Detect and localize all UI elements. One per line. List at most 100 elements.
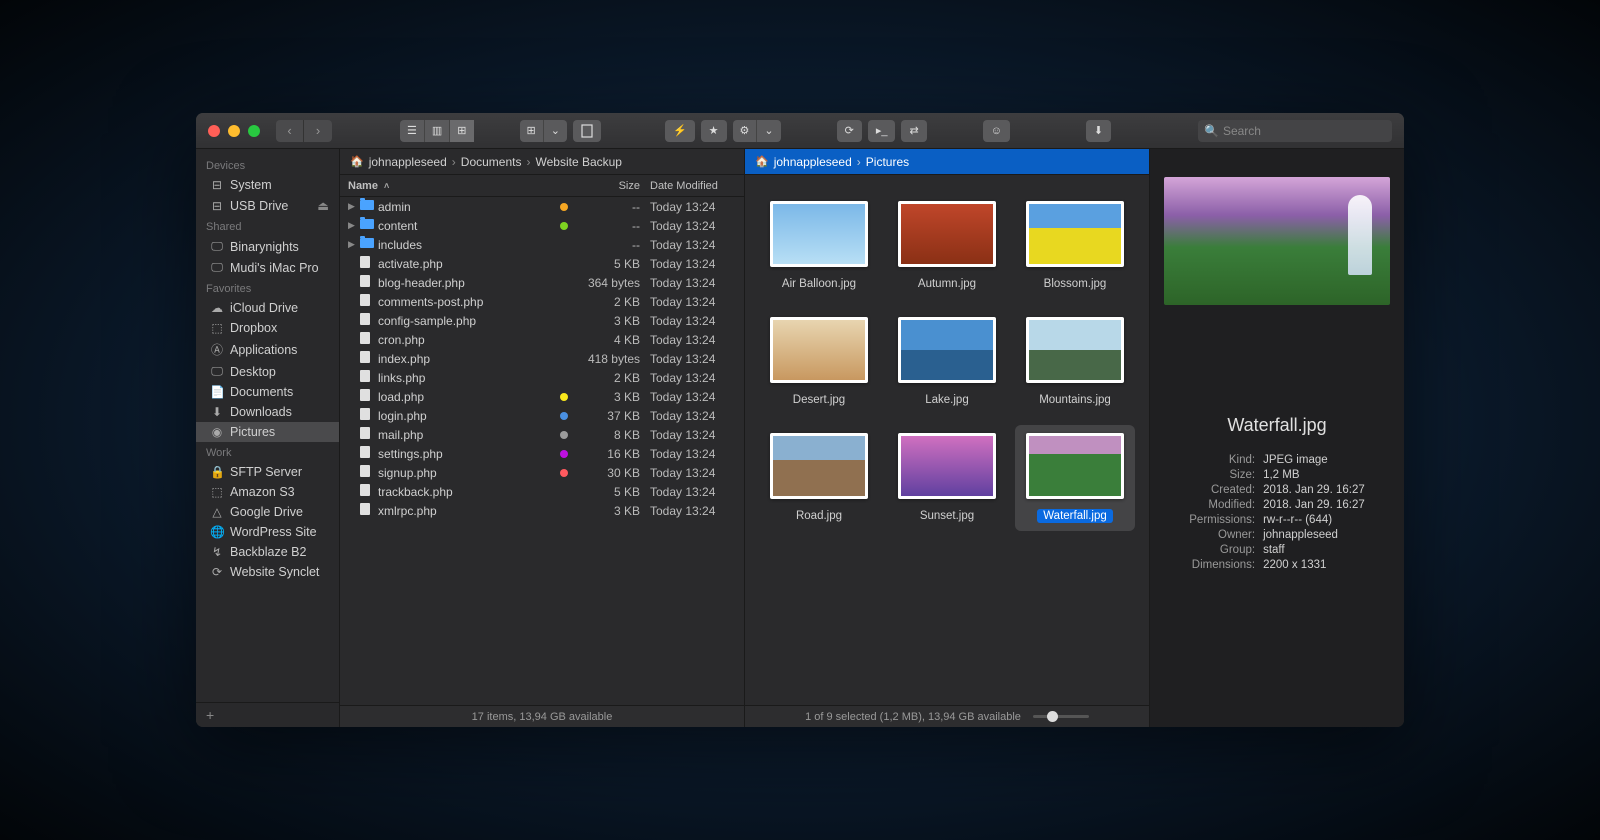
file-size: 3 KB xyxy=(574,314,640,328)
grid-icon[interactable]: ⊞ xyxy=(520,120,544,142)
thumbnail[interactable]: Air Balloon.jpg xyxy=(759,193,879,299)
file-icon xyxy=(360,332,370,344)
drive-icon: ⊟ xyxy=(210,178,224,192)
thumbnail[interactable]: Desert.jpg xyxy=(759,309,879,415)
zoom-icon[interactable] xyxy=(248,125,260,137)
close-icon[interactable] xyxy=(208,125,220,137)
file-row[interactable]: login.php37 KBToday 13:24 xyxy=(340,406,744,425)
disclosure-triangle-icon[interactable]: ▶ xyxy=(348,220,360,231)
sidebar-item[interactable]: ⊟System xyxy=(196,175,339,195)
thumbnail[interactable]: Sunset.jpg xyxy=(887,425,1007,531)
breadcrumb-mid[interactable]: 🏠johnappleseed›Pictures xyxy=(745,149,1149,175)
file-row[interactable]: ▶admin--Today 13:24 xyxy=(340,197,744,216)
thumbnail[interactable]: Lake.jpg xyxy=(887,309,1007,415)
col-name[interactable]: Name xyxy=(348,180,378,192)
sidebar-item[interactable]: ⒶApplications xyxy=(196,338,339,361)
arrange-segment[interactable]: ⊞ ⌄ xyxy=(520,120,567,142)
sidebar-item[interactable]: 🔒SFTP Server xyxy=(196,462,339,482)
sidebar-item[interactable]: ⬚Amazon S3 xyxy=(196,482,339,502)
file-row[interactable]: trackback.php5 KBToday 13:24 xyxy=(340,482,744,501)
file-row[interactable]: comments-post.php2 KBToday 13:24 xyxy=(340,292,744,311)
meta-value: 1,2 MB xyxy=(1263,469,1365,481)
sidebar-item[interactable]: 🌐WordPress Site xyxy=(196,522,339,542)
list-view-icon[interactable]: ☰ xyxy=(400,120,425,142)
file-row[interactable]: mail.php8 KBToday 13:24 xyxy=(340,425,744,444)
file-row[interactable]: config-sample.php3 KBToday 13:24 xyxy=(340,311,744,330)
file-row[interactable]: activate.php5 KBToday 13:24 xyxy=(340,254,744,273)
sidebar-item[interactable]: ↯Backblaze B2 xyxy=(196,542,339,562)
compare-button[interactable]: ⇄ xyxy=(901,120,926,142)
sidebar-item[interactable]: ⊟USB Drive⏏ xyxy=(196,195,339,216)
sidebar-item-label: Binarynights xyxy=(230,240,299,254)
dropdown-icon[interactable]: ⌄ xyxy=(544,120,567,142)
thumbnail[interactable]: Mountains.jpg xyxy=(1015,309,1135,415)
file-row[interactable]: blog-header.php364 bytesToday 13:24 xyxy=(340,273,744,292)
breadcrumb-left[interactable]: 🏠johnappleseed›Documents›Website Backup xyxy=(340,149,744,175)
thumbnail-size-slider[interactable] xyxy=(1033,715,1089,718)
quick-action-button[interactable]: ⚡ xyxy=(665,120,695,142)
column-view-icon[interactable]: ▥ xyxy=(425,120,450,142)
sidebar-item[interactable]: ⬇Downloads xyxy=(196,402,339,422)
action-menu[interactable]: ⚙⌄ xyxy=(733,120,781,142)
breadcrumb-segment[interactable]: johnappleseed xyxy=(369,155,447,169)
sidebar-item[interactable]: ⟳Website Synclet xyxy=(196,562,339,582)
search-input[interactable]: 🔍 Search xyxy=(1198,120,1392,142)
emoji-button[interactable]: ☺ xyxy=(983,120,1010,142)
breadcrumb-segment[interactable]: Pictures xyxy=(866,155,909,169)
forward-button[interactable]: › xyxy=(304,120,332,142)
sidebar-item-label: Desktop xyxy=(230,365,276,379)
view-mode-segment[interactable]: ☰ ▥ ⊞ xyxy=(400,120,474,142)
file-row[interactable]: links.php2 KBToday 13:24 xyxy=(340,368,744,387)
breadcrumb-segment[interactable]: Website Backup xyxy=(535,155,622,169)
file-size: -- xyxy=(574,219,640,233)
file-row[interactable]: cron.php4 KBToday 13:24 xyxy=(340,330,744,349)
file-row[interactable]: settings.php16 KBToday 13:24 xyxy=(340,444,744,463)
file-row[interactable]: signup.php30 KBToday 13:24 xyxy=(340,463,744,482)
thumbnail[interactable]: Road.jpg xyxy=(759,425,879,531)
breadcrumb-segment[interactable]: johnappleseed xyxy=(774,155,852,169)
add-location-button[interactable]: + xyxy=(196,702,339,727)
sidebar-item[interactable]: ⬚Dropbox xyxy=(196,318,339,338)
file-row[interactable]: ▶includes--Today 13:24 xyxy=(340,235,744,254)
nav-arrows: ‹ › xyxy=(276,120,332,142)
aws-icon: ⬚ xyxy=(210,485,224,499)
thumbnail-image xyxy=(898,317,996,383)
download-button[interactable]: ⬇ xyxy=(1086,120,1111,142)
back-button[interactable]: ‹ xyxy=(276,120,304,142)
file-row[interactable]: load.php3 KBToday 13:24 xyxy=(340,387,744,406)
eject-icon[interactable]: ⏏ xyxy=(317,198,329,213)
sidebar-item[interactable]: ◉Pictures xyxy=(196,422,339,442)
dropbox-icon: ⬚ xyxy=(210,321,224,335)
thumbnail[interactable]: Blossom.jpg xyxy=(1015,193,1135,299)
sync-button[interactable]: ⟳ xyxy=(837,120,862,142)
disclosure-triangle-icon[interactable]: ▶ xyxy=(348,201,360,212)
file-row[interactable]: xmlrpc.php3 KBToday 13:24 xyxy=(340,501,744,520)
sidebar-item[interactable]: 📄Documents xyxy=(196,382,339,402)
column-headers[interactable]: Name˄ Size Date Modified xyxy=(340,175,744,197)
file-row[interactable]: ▶content--Today 13:24 xyxy=(340,216,744,235)
file-name: cron.php xyxy=(376,333,554,347)
terminal-button[interactable]: ▸_ xyxy=(868,120,896,142)
thumbnail[interactable]: Autumn.jpg xyxy=(887,193,1007,299)
sidebar-item[interactable]: 🖵Desktop xyxy=(196,361,339,382)
sidebar-item[interactable]: ☁iCloud Drive xyxy=(196,298,339,318)
chevron-down-icon[interactable]: ⌄ xyxy=(757,120,780,142)
sidebar-item[interactable]: 🖵Mudi's iMac Pro xyxy=(196,257,339,278)
sidebar-item[interactable]: △Google Drive xyxy=(196,502,339,522)
file-size: 418 bytes xyxy=(574,352,640,366)
icon-view-icon[interactable]: ⊞ xyxy=(450,120,473,142)
disclosure-triangle-icon[interactable]: ▶ xyxy=(348,239,360,250)
thumbnail-grid[interactable]: Air Balloon.jpgAutumn.jpgBlossom.jpg Dese… xyxy=(745,175,1149,705)
minimize-icon[interactable] xyxy=(228,125,240,137)
gear-icon[interactable]: ⚙ xyxy=(733,120,758,142)
file-row[interactable]: index.php418 bytesToday 13:24 xyxy=(340,349,744,368)
favorite-button[interactable]: ★ xyxy=(701,120,727,142)
col-date[interactable]: Date Modified xyxy=(640,180,736,192)
breadcrumb-segment[interactable]: Documents xyxy=(461,155,522,169)
col-size[interactable]: Size xyxy=(568,180,640,192)
new-file-button[interactable] xyxy=(573,120,601,142)
file-list[interactable]: ▶admin--Today 13:24▶content--Today 13:24… xyxy=(340,197,744,705)
file-name: config-sample.php xyxy=(376,314,554,328)
thumbnail[interactable]: Waterfall.jpg xyxy=(1015,425,1135,531)
sidebar-item[interactable]: 🖵Binarynights xyxy=(196,236,339,257)
